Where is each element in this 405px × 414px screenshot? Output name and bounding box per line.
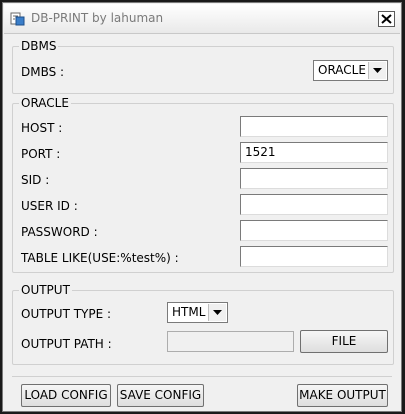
output-type-select[interactable]: HTML (167, 302, 228, 323)
output-path-input[interactable] (167, 331, 294, 352)
port-input[interactable]: 1521 (240, 142, 388, 163)
output-type-dropdown-button[interactable] (208, 304, 226, 321)
port-label: PORT : (21, 147, 61, 161)
user-id-label: USER ID : (21, 199, 78, 213)
window-title: DB-PRINT by lahuman (31, 11, 164, 25)
sid-label: SID : (21, 173, 50, 187)
app-window: DB-PRINT by lahuman DBMS DMBS : ORACLE O… (2, 2, 402, 412)
dbms-select[interactable]: ORACLE (313, 60, 388, 81)
close-button[interactable] (378, 11, 395, 27)
chevron-down-icon (373, 68, 382, 73)
user-id-input[interactable] (240, 194, 388, 215)
password-input[interactable] (240, 220, 388, 241)
output-type-selected-value: HTML (172, 305, 206, 319)
make-output-button[interactable]: MAKE OUTPUT (297, 384, 388, 407)
output-type-label: OUTPUT TYPE : (21, 307, 112, 321)
footer-divider (12, 376, 392, 377)
close-icon (381, 14, 392, 24)
table-like-label: TABLE LIKE(USE:%test%) : (21, 251, 179, 265)
host-input[interactable] (240, 116, 388, 137)
dbms-dropdown-button[interactable] (368, 62, 386, 79)
password-label: PASSWORD : (21, 225, 98, 239)
dbms-legend: DBMS (21, 39, 57, 53)
sid-input[interactable] (240, 168, 388, 189)
file-button[interactable]: FILE (300, 330, 388, 353)
title-bar[interactable]: DB-PRINT by lahuman (4, 4, 400, 34)
output-path-label: OUTPUT PATH : (21, 337, 112, 351)
oracle-legend: ORACLE (21, 96, 69, 110)
dbms-selected-value: ORACLE (318, 63, 366, 77)
host-label: HOST : (21, 121, 63, 135)
chevron-down-icon (213, 310, 222, 315)
output-legend: OUTPUT (21, 283, 70, 297)
app-icon (10, 11, 25, 26)
dbms-label: DMBS : (21, 65, 65, 79)
save-config-button[interactable]: SAVE CONFIG (117, 384, 204, 407)
table-like-input[interactable] (240, 246, 388, 267)
load-config-button[interactable]: LOAD CONFIG (21, 384, 111, 407)
